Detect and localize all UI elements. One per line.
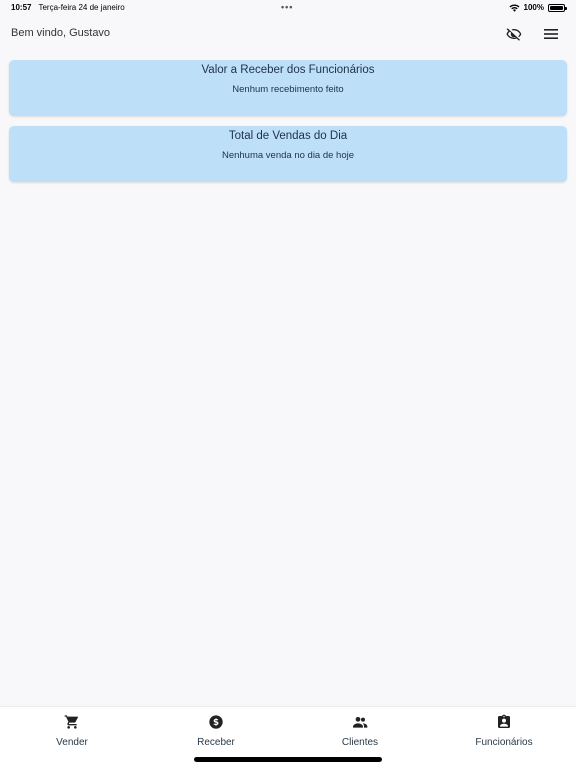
nav-item-clientes[interactable]: Clientes [300, 714, 420, 748]
daily-sales-card[interactable]: Total de Vendas do Dia Nenhuma venda no … [9, 126, 567, 182]
nav-item-vender[interactable]: Vender [12, 714, 132, 748]
eye-off-icon[interactable] [505, 25, 523, 43]
wifi-icon [509, 3, 520, 12]
status-date: Terça-feira 24 de janeiro [38, 3, 125, 12]
nav-item-receber[interactable]: $ Receber [156, 714, 276, 748]
nav-label-receber: Receber [197, 737, 235, 748]
greeting-text: Bem vindo, Gustavo [11, 27, 111, 39]
status-left: 10:57 Terça-feira 24 de janeiro [11, 3, 125, 12]
home-indicator[interactable] [194, 757, 382, 762]
badge-icon [498, 714, 510, 728]
nav-item-funcionarios[interactable]: Funcionários [444, 714, 564, 748]
daily-sales-card-title: Total de Vendas do Dia [228, 130, 348, 142]
daily-sales-card-subtitle: Nenhuma venda no dia de hoje [221, 150, 355, 161]
menu-icon[interactable] [542, 25, 560, 43]
nav-label-clientes: Clientes [341, 737, 379, 748]
status-time: 10:57 [11, 3, 32, 12]
receivables-card-subtitle: Nenhum recebimento feito [232, 84, 344, 95]
cart-icon [64, 715, 78, 729]
receivables-card-title: Valor a Receber dos Funcionários [201, 64, 375, 76]
people-icon [353, 717, 368, 728]
header-actions [505, 25, 560, 43]
app-header: Bem vindo, Gustavo [0, 22, 576, 46]
svg-text:$: $ [213, 718, 219, 728]
nav-label-funcionarios: Funcionários [475, 737, 533, 748]
dollar-circle-icon: $ [209, 715, 223, 729]
battery-icon [548, 3, 567, 12]
nav-label-vender: Vender [56, 737, 88, 748]
status-bar: 10:57 Terça-feira 24 de janeiro ••• 100% [0, 0, 576, 16]
multitasking-dots[interactable]: ••• [281, 2, 293, 12]
status-right: 100% [509, 3, 567, 12]
receivables-card[interactable]: Valor a Receber dos Funcionários Nenhum … [9, 60, 567, 116]
battery-percentage: 100% [523, 3, 544, 12]
